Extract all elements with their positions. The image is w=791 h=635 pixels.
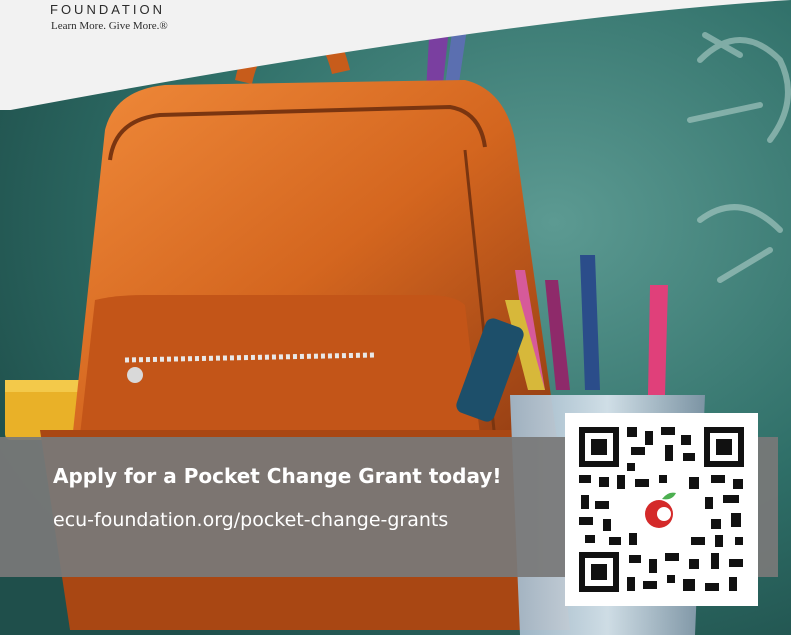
qr-code-icon[interactable] [565,413,758,606]
apple-logo-icon [639,490,683,534]
tagline: Learn More. Give More.® [51,20,168,32]
qr-card[interactable] [565,413,758,606]
headline: Apply for a Pocket Change Grant today! [53,464,502,488]
grant-url[interactable]: ecu-foundation.org/pocket-change-grants [53,509,448,531]
foundation-logo-text: FOUNDATION [50,2,165,17]
